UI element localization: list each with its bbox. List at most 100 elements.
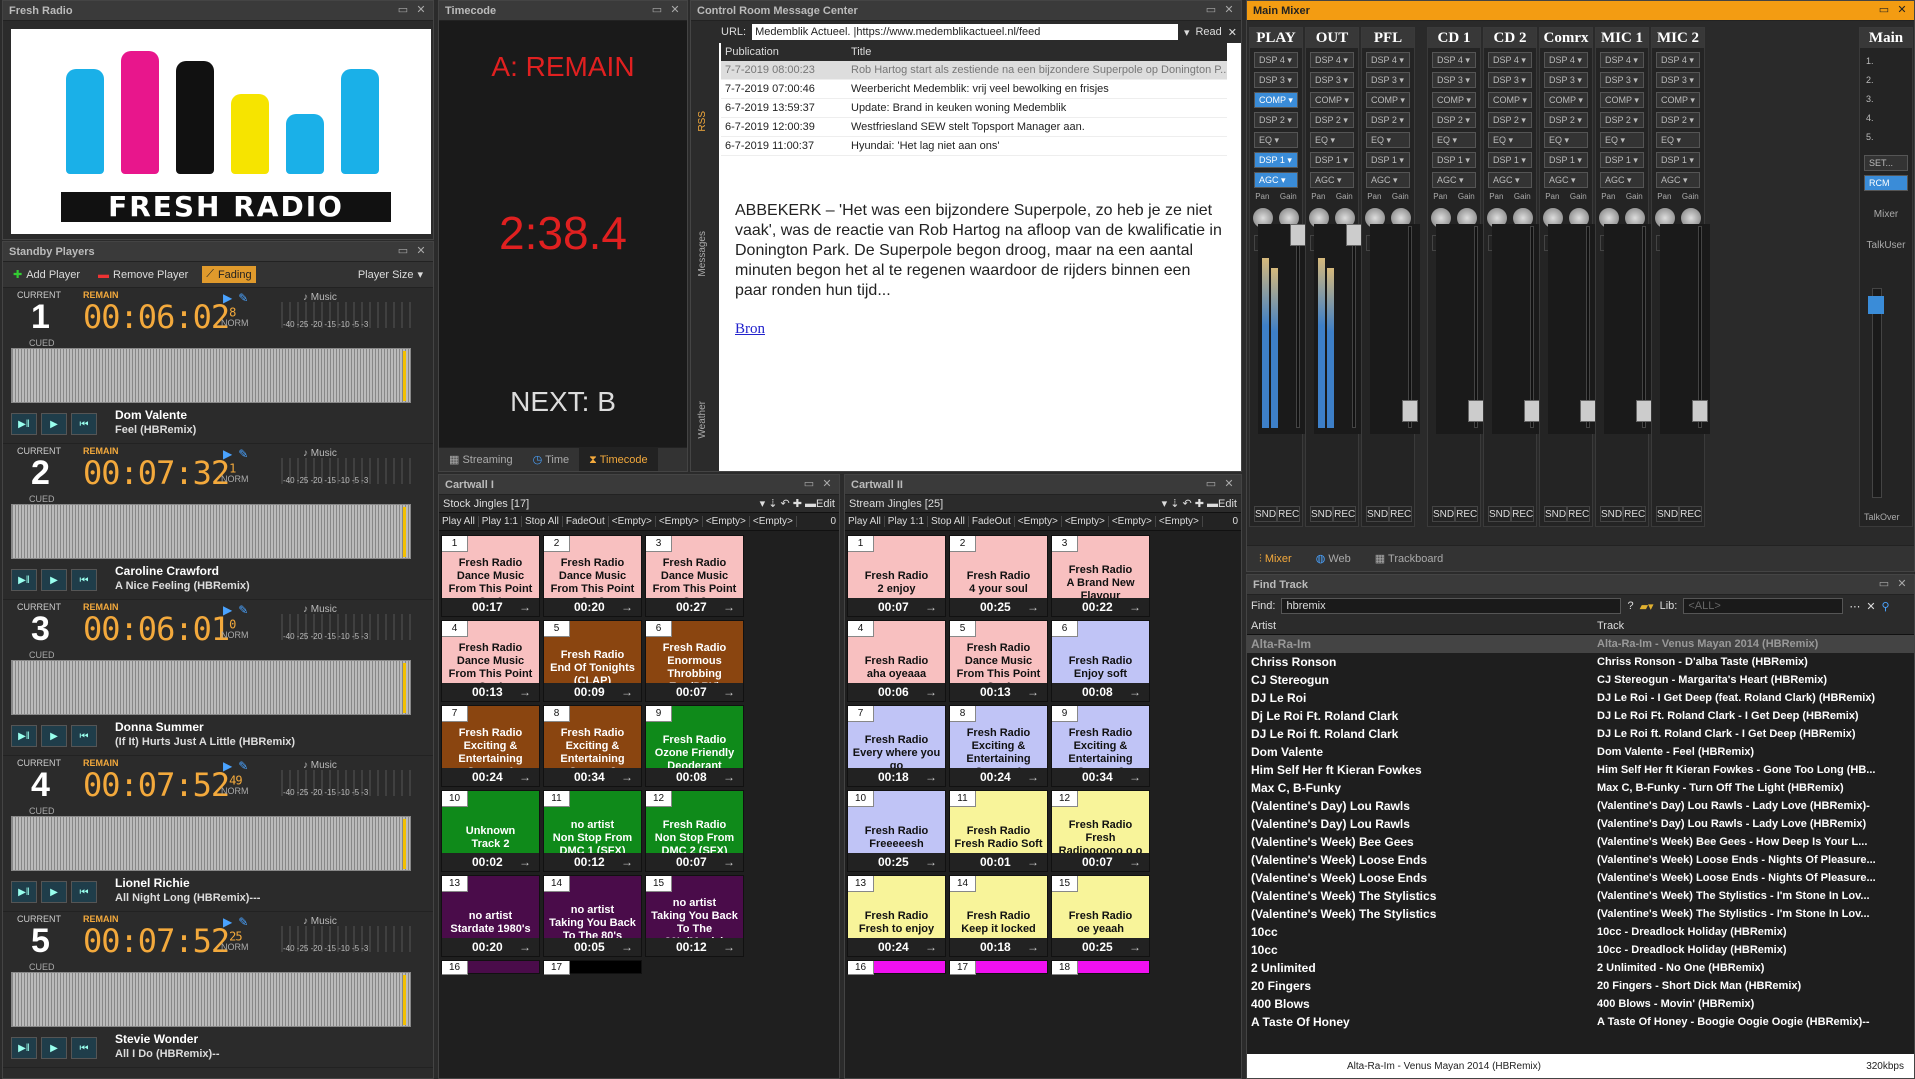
cartwall-action-button[interactable]: Stop All [928, 516, 969, 527]
cart-button[interactable]: 2 Fresh Radio 4 your soul 00:25 [949, 535, 1048, 617]
fader-thumb[interactable] [1636, 400, 1652, 422]
table-row[interactable]: DJ Le Roi ft. Roland Clark DJ Le Roi ft. … [1247, 725, 1914, 743]
cart-button[interactable]: 16 [441, 960, 540, 975]
rss-row[interactable]: 7-7-2019 08:00:23 Rob Hartog start als ze… [721, 61, 1227, 80]
snd-button[interactable]: SND [1656, 506, 1680, 522]
dsp-button[interactable]: COMP ▾ [1310, 92, 1354, 108]
dsp-button[interactable]: EQ ▾ [1600, 132, 1644, 148]
cart-button[interactable]: 1 Fresh Radio 2 enjoy 00:07 [847, 535, 946, 617]
tab-timecode[interactable]: ⧗ Timecode [579, 448, 658, 471]
dsp-button[interactable]: EQ ▾ [1488, 132, 1532, 148]
read-button[interactable]: Read [1195, 26, 1221, 38]
cart-button[interactable]: 14 no artist Taking You Back To The 80's 0… [543, 875, 642, 957]
cart-button[interactable]: 15 Fresh Radio oe yeaah 00:25 [1051, 875, 1150, 957]
dsp-button[interactable]: EQ ▾ [1544, 132, 1588, 148]
table-row[interactable]: (Valentine's Week) Loose Ends (Valentine'… [1247, 851, 1914, 869]
cue-button[interactable]: ▶ [41, 413, 67, 435]
dsp-button[interactable]: DSP 3 ▾ [1432, 72, 1476, 88]
cue-button[interactable]: ▶ [41, 725, 67, 747]
play-pause-button[interactable]: ▶‖ [11, 725, 37, 747]
rss-row[interactable]: 6-7-2019 11:00:37 Hyundai: 'Het lag niet … [721, 137, 1227, 156]
dsp-button[interactable]: DSP 1 ▾ [1310, 152, 1354, 168]
main-bus-item[interactable]: 5. [1866, 128, 1906, 147]
dsp-button[interactable]: EQ ▾ [1310, 132, 1354, 148]
cart-button[interactable]: 13 Fresh Radio Fresh to enjoy 00:24 [847, 875, 946, 957]
fader-thumb[interactable] [1692, 400, 1708, 422]
url-dropdown-icon[interactable]: ▾ [1184, 26, 1190, 39]
cart-button[interactable]: 2 Fresh Radio Dance Music From This Point… [543, 535, 642, 617]
rec-button[interactable]: REC [1277, 506, 1301, 522]
waveform[interactable] [11, 972, 411, 1027]
close-icon[interactable]: ✕ [1223, 478, 1235, 490]
tab-streaming[interactable]: ▦ Streaming [439, 448, 523, 471]
close-icon[interactable]: ✕ [1896, 4, 1908, 16]
dsp-button[interactable]: DSP 3 ▾ [1366, 72, 1410, 88]
tab-trackboard[interactable]: ▦ Trackboard [1363, 546, 1456, 571]
rec-button[interactable]: REC [1623, 506, 1647, 522]
table-row[interactable]: 20 Fingers 20 Fingers - Short Dick Man (H… [1247, 977, 1914, 995]
dsp-button[interactable]: DSP 4 ▾ [1310, 52, 1354, 68]
dsp-button[interactable]: DSP 4 ▾ [1432, 52, 1476, 68]
cart-button[interactable]: 7 Fresh Radio Every where you go 00:18 [847, 705, 946, 787]
dsp-button[interactable]: AGC ▾ [1544, 172, 1588, 188]
dsp-button[interactable]: DSP 2 ▾ [1600, 112, 1644, 128]
dsp-button[interactable]: DSP 2 ▾ [1544, 112, 1588, 128]
dsp-button[interactable]: AGC ▾ [1254, 172, 1298, 188]
cart-button[interactable]: 3 Fresh Radio A Brand New Flavour 00:22 [1051, 535, 1150, 617]
cartwall-action-button[interactable]: <Empty> [609, 516, 656, 527]
close-icon[interactable]: ✕ [1896, 578, 1908, 590]
cart-button[interactable]: 10 Fresh Radio Freeeeesh 00:25 [847, 790, 946, 872]
snd-button[interactable]: SND [1544, 506, 1568, 522]
dsp-button[interactable]: DSP 4 ▾ [1254, 52, 1298, 68]
table-row[interactable]: 10cc 10cc - Dreadlock Holiday (HBRemix) [1247, 941, 1914, 959]
cartwall-action-button[interactable]: <Empty> [656, 516, 703, 527]
minimize-icon[interactable]: ▭ [397, 4, 409, 16]
table-row[interactable]: 400 Blows 400 Blows - Movin' (HBRemix) [1247, 995, 1914, 1013]
fading-button[interactable]: ⟋ Fading [202, 266, 256, 283]
cart-button[interactable]: 12 Fresh Radio Fresh Radioooooo o o 00:07 [1051, 790, 1150, 872]
cart-button[interactable]: 11 no artist Non Stop From DMC 1 (SFX) 00:… [543, 790, 642, 872]
dsp-button[interactable]: DSP 1 ▾ [1254, 152, 1298, 168]
play-pause-button[interactable]: ▶‖ [11, 881, 37, 903]
minimize-icon[interactable]: ▭ [1205, 4, 1217, 16]
rec-button[interactable]: REC [1567, 506, 1591, 522]
cartwall-action-button[interactable]: Play All [845, 516, 885, 527]
column-header-title[interactable]: Title [847, 43, 1227, 61]
close-icon[interactable]: ✕ [821, 478, 833, 490]
cart-button[interactable]: 4 Fresh Radio Dance Music From This Point… [441, 620, 540, 702]
table-row[interactable]: Dom Valente Dom Valente - Feel (HBRemix) [1247, 743, 1914, 761]
minimize-icon[interactable]: ▭ [651, 4, 663, 16]
rss-row[interactable]: 7-7-2019 07:00:46 Weerbericht Medemblik: … [721, 80, 1227, 99]
rss-row[interactable]: 6-7-2019 13:59:37 Update: Brand in keuken… [721, 99, 1227, 118]
close-icon[interactable]: ✕ [415, 4, 427, 16]
cart-button[interactable]: 4 Fresh Radio aha oyeaaa 00:06 [847, 620, 946, 702]
help-icon[interactable]: ? [1627, 600, 1633, 612]
rec-button[interactable]: REC [1389, 506, 1413, 522]
edit-icon[interactable]: ✎ [238, 759, 248, 773]
cart-button[interactable]: 7Fresh Radio Exciting & Entertaining Ope… [441, 705, 540, 787]
minimize-icon[interactable]: ▭ [1878, 578, 1890, 590]
table-row[interactable]: (Valentine's Day) Lou Rawls (Valentine's … [1247, 815, 1914, 833]
dsp-button[interactable]: DSP 4 ▾ [1366, 52, 1410, 68]
dsp-button[interactable]: AGC ▾ [1310, 172, 1354, 188]
cart-button[interactable]: 12 Fresh Radio Non Stop From DMC 2 (SFX) 0… [645, 790, 744, 872]
search-icon[interactable]: ⚲ [1882, 600, 1890, 613]
play-mode-icon[interactable]: ▶ [223, 291, 232, 305]
rewind-button[interactable]: ⏮ [71, 881, 97, 903]
rcm-button[interactable]: RCM [1864, 175, 1908, 191]
column-header-track[interactable]: Track [1593, 617, 1914, 634]
snd-button[interactable]: SND [1432, 506, 1456, 522]
play-mode-icon[interactable]: ▶ [223, 603, 232, 617]
tab-web[interactable]: ◍ Web [1304, 546, 1363, 571]
table-row[interactable]: 10cc 10cc - Dreadlock Holiday (HBRemix) [1247, 923, 1914, 941]
waveform[interactable] [11, 348, 411, 403]
minimize-icon[interactable]: ▭ [397, 245, 409, 257]
table-row[interactable]: CJ Stereogun CJ Stereogun - Margarita's H… [1247, 671, 1914, 689]
cart-button[interactable]: 17 [949, 960, 1048, 975]
cartwall-action-button[interactable]: FadeOut [969, 516, 1015, 527]
edit-button[interactable]: Edit [1218, 498, 1237, 510]
snd-button[interactable]: SND [1366, 506, 1390, 522]
player-size-dropdown[interactable]: Player Size ▾ [354, 266, 427, 283]
minimize-icon[interactable]: ▭ [1205, 478, 1217, 490]
play-mode-icon[interactable]: ▶ [223, 915, 232, 929]
